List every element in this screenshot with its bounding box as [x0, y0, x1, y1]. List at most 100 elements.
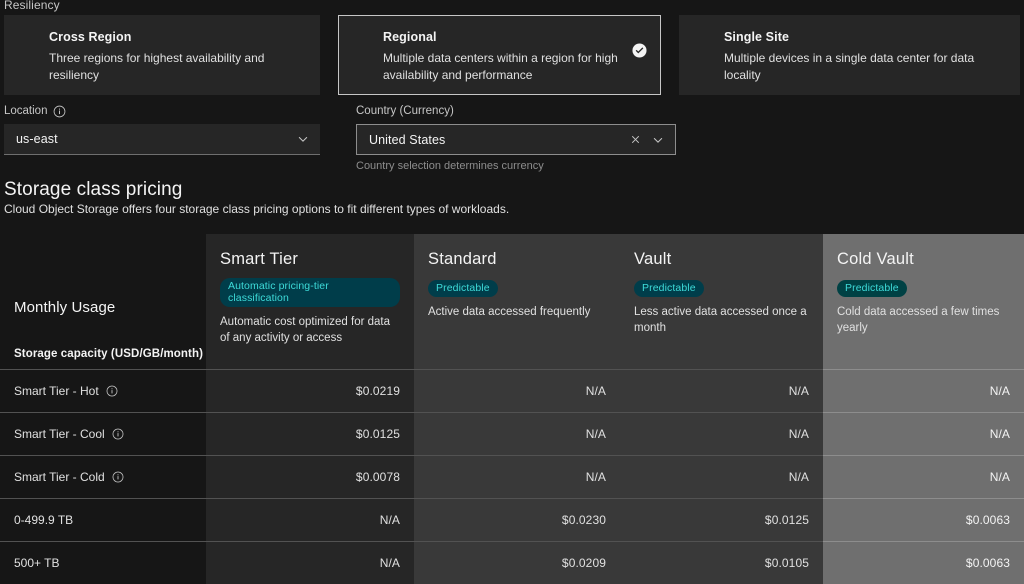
location-label-row: Location [4, 104, 320, 118]
price-value: $0.0209 [561, 556, 606, 570]
row-label-cell: 500+ TB [0, 541, 206, 584]
price-value: N/A [585, 470, 606, 484]
section-spacer [620, 344, 823, 369]
price-value: N/A [379, 556, 400, 570]
chevron-down-icon[interactable] [296, 132, 310, 146]
price-cell-cold-vault: N/A [823, 412, 1024, 455]
price-value: N/A [585, 384, 606, 398]
section-title: Storage capacity (USD/GB/month) [14, 348, 204, 360]
price-value: N/A [379, 513, 400, 527]
row-label-wrap: Smart Tier - Cool [0, 427, 125, 441]
section-spacer [414, 344, 620, 369]
price-cell-vault: $0.0105 [620, 541, 823, 584]
price-value: N/A [989, 427, 1010, 441]
row-label-wrap: 0-499.9 TB [0, 513, 73, 527]
price-cell-cold-vault: N/A [823, 369, 1024, 412]
row-label-cell: 0-499.9 TB [0, 498, 206, 541]
price-cell-cold-vault: $0.0063 [823, 498, 1024, 541]
row-label-wrap: 500+ TB [0, 556, 59, 570]
section-title-cell: Storage capacity (USD/GB/month) [0, 344, 206, 369]
information-icon[interactable] [112, 471, 125, 484]
price-value: N/A [989, 470, 1010, 484]
price-cell-cold-vault: $0.0063 [823, 541, 1024, 584]
country-value: United States [369, 132, 446, 147]
price-value: N/A [788, 384, 809, 398]
price-value: $0.0230 [561, 513, 606, 527]
price-value: $0.0063 [965, 513, 1010, 527]
price-value: $0.0219 [355, 384, 400, 398]
resiliency-tile-group: Cross Region Three regions for highest a… [4, 15, 1020, 95]
column-tag: Predictable [428, 280, 498, 297]
location-value: us-east [16, 132, 58, 146]
row-label: Smart Tier - Hot [14, 384, 99, 398]
column-description: Less active data accessed once a month [634, 306, 807, 334]
price-cell-vault: N/A [620, 412, 823, 455]
price-cell-standard: $0.0209 [414, 541, 620, 584]
row-label-cell: Smart Tier - Cool [0, 412, 206, 455]
pricing-section-heading: Storage class pricing [4, 179, 183, 200]
country-label-row: Country (Currency) [356, 104, 676, 118]
price-value: $0.0063 [965, 556, 1010, 570]
country-helper-text: Country selection determines currency [356, 160, 544, 172]
table-row: Smart Tier - Cold $0.0078 N/A N/A N/A [0, 455, 1024, 498]
table-row: Smart Tier - Hot $0.0219 N/A N/A N/A [0, 369, 1024, 412]
price-cell-smart-tier: $0.0078 [206, 455, 414, 498]
column-title: Vault [634, 250, 672, 268]
table-row: 500+ TB N/A $0.0209 $0.0105 $0.0063 [0, 541, 1024, 584]
tile-description: Three regions for highest availability a… [49, 51, 265, 82]
tile-title: Single Site [724, 30, 790, 44]
price-value: $0.0078 [355, 470, 400, 484]
column-description: Active data accessed frequently [428, 306, 591, 318]
country-select[interactable]: United States [356, 124, 676, 155]
column-tag: Predictable [634, 280, 704, 297]
price-cell-standard: $0.0230 [414, 498, 620, 541]
information-icon[interactable] [112, 428, 125, 441]
price-cell-smart-tier: $0.0219 [206, 369, 414, 412]
price-cell-standard: N/A [414, 369, 620, 412]
price-value: $0.0105 [764, 556, 809, 570]
price-cell-standard: N/A [414, 412, 620, 455]
table-section-row: Storage capacity (USD/GB/month) [0, 344, 1024, 369]
pricing-table: Monthly Usage Smart Tier Automatic prici… [0, 234, 1024, 584]
column-description: Cold data accessed a few times yearly [837, 306, 1000, 334]
row-label: Smart Tier - Cool [14, 427, 105, 441]
column-description: Automatic cost optimized for data of any… [220, 316, 391, 344]
pricing-section-subheading: Cloud Object Storage offers four storage… [4, 202, 510, 216]
resiliency-tile-single-site[interactable]: Single Site Multiple devices in a single… [679, 15, 1020, 95]
price-cell-standard: N/A [414, 455, 620, 498]
price-cell-smart-tier: N/A [206, 541, 414, 584]
resiliency-label: Resiliency [4, 0, 60, 12]
resiliency-tile-cross-region[interactable]: Cross Region Three regions for highest a… [4, 15, 320, 95]
column-tag: Predictable [837, 280, 907, 297]
country-field: Country (Currency) United States Country… [356, 104, 676, 172]
price-cell-vault: N/A [620, 455, 823, 498]
price-cell-cold-vault: N/A [823, 455, 1024, 498]
close-icon[interactable] [629, 133, 643, 147]
column-tag: Automatic pricing-tier classification [220, 278, 400, 307]
price-value: N/A [585, 427, 606, 441]
price-value: $0.0125 [764, 513, 809, 527]
price-cell-smart-tier: $0.0125 [206, 412, 414, 455]
information-icon[interactable] [53, 105, 66, 118]
column-header-cold-vault: Cold Vault Predictable Cold data accesse… [823, 234, 1024, 344]
usage-header-cell: Monthly Usage [0, 234, 206, 344]
information-icon[interactable] [106, 385, 119, 398]
row-label: 500+ TB [14, 556, 60, 570]
row-label-cell: Smart Tier - Cold [0, 455, 206, 498]
table-row: 0-499.9 TB N/A $0.0230 $0.0125 $0.0063 [0, 498, 1024, 541]
section-spacer [206, 344, 414, 369]
chevron-down-icon[interactable] [651, 133, 665, 147]
row-label-wrap: Smart Tier - Hot [0, 384, 119, 398]
check-circle-filled-icon [632, 43, 647, 58]
row-label-cell: Smart Tier - Hot [0, 369, 206, 412]
location-select[interactable]: us-east [4, 124, 320, 155]
section-spacer [823, 344, 1024, 369]
price-value: N/A [788, 427, 809, 441]
column-title: Smart Tier [220, 250, 299, 268]
resiliency-tile-regional[interactable]: Regional Multiple data centers within a … [338, 15, 661, 95]
price-cell-vault: $0.0125 [620, 498, 823, 541]
tile-description: Multiple devices in a single data center… [724, 51, 975, 82]
location-field: Location us-east [4, 104, 320, 155]
price-value: $0.0125 [355, 427, 400, 441]
price-cell-vault: N/A [620, 369, 823, 412]
